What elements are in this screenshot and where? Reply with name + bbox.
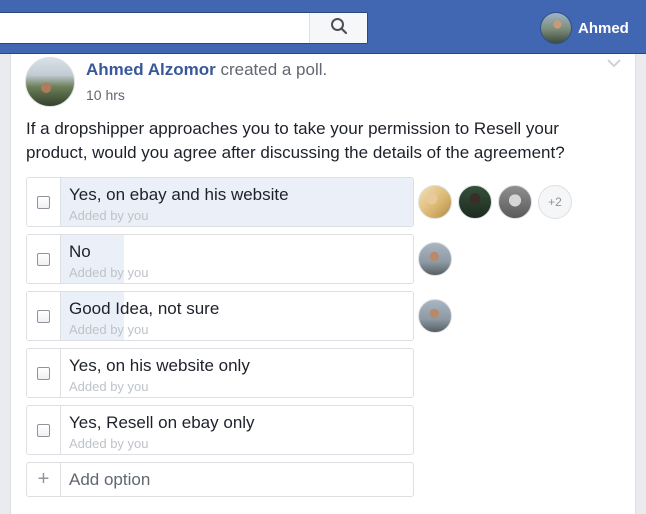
option-checkbox[interactable] [37, 423, 50, 437]
avatar [540, 12, 572, 44]
option-added-by: Added by you [69, 436, 149, 451]
option-label: Yes, on his website only [69, 356, 250, 375]
poll-option-3[interactable]: Good Idea, not sure Added by you [26, 291, 414, 341]
voter-avatar[interactable] [418, 185, 452, 219]
checkbox-cell [27, 406, 61, 454]
post-action-text: created a poll. [220, 60, 328, 79]
voters-row [418, 241, 458, 277]
profile-name: Ahmed [578, 19, 629, 37]
checkbox-cell [27, 292, 61, 340]
option-checkbox[interactable] [37, 366, 50, 380]
search-icon [330, 17, 348, 40]
post-timestamp[interactable]: 10 hrs [86, 87, 125, 103]
option-added-by: Added by you [69, 379, 149, 394]
voter-avatar[interactable] [458, 185, 492, 219]
checkbox-cell [27, 349, 61, 397]
search-input[interactable] [0, 13, 308, 43]
voter-avatar[interactable] [418, 299, 452, 333]
option-checkbox[interactable] [37, 309, 50, 323]
voter-avatar[interactable] [418, 242, 452, 276]
post-header: Ahmed Alzomor created a poll. [86, 60, 327, 80]
option-label: Good Idea, not sure [69, 299, 220, 318]
post-options-chevron-icon[interactable] [605, 56, 623, 70]
option-added-by: Added by you [69, 265, 149, 280]
post-card: Ahmed Alzomor created a poll. 10 hrs If … [10, 54, 636, 514]
top-navigation-bar: Ahmed [0, 0, 646, 54]
add-option-input[interactable] [69, 463, 399, 496]
poll-question: If a dropshipper approaches you to take … [26, 119, 565, 162]
option-label: Yes, on ebay and his website [69, 185, 289, 204]
poll-option-2[interactable]: No Added by you [26, 234, 414, 284]
option-added-by: Added by you [69, 322, 149, 337]
search-box [0, 12, 368, 44]
author-avatar[interactable] [25, 57, 75, 107]
voters-row: +2 [418, 184, 572, 220]
option-checkbox[interactable] [37, 195, 50, 209]
voters-row [418, 298, 458, 334]
search-button[interactable] [309, 13, 367, 43]
checkbox-cell [27, 235, 61, 283]
author-name-link[interactable]: Ahmed Alzomor [86, 60, 216, 79]
poll-option-5[interactable]: Yes, Resell on ebay only Added by you [26, 405, 414, 455]
poll-option-4[interactable]: Yes, on his website only Added by you [26, 348, 414, 398]
voter-avatar[interactable] [498, 185, 532, 219]
option-label: Yes, Resell on ebay only [69, 413, 255, 432]
more-voters-button[interactable]: +2 [538, 185, 572, 219]
option-added-by: Added by you [69, 208, 149, 223]
option-checkbox[interactable] [37, 252, 50, 266]
profile-link[interactable]: Ahmed [540, 12, 629, 44]
checkbox-cell [27, 178, 61, 226]
add-option-row: + [26, 462, 414, 497]
option-label: No [69, 242, 91, 261]
plus-icon: + [27, 463, 61, 496]
poll-option-1[interactable]: Yes, on ebay and his website Added by yo… [26, 177, 414, 227]
